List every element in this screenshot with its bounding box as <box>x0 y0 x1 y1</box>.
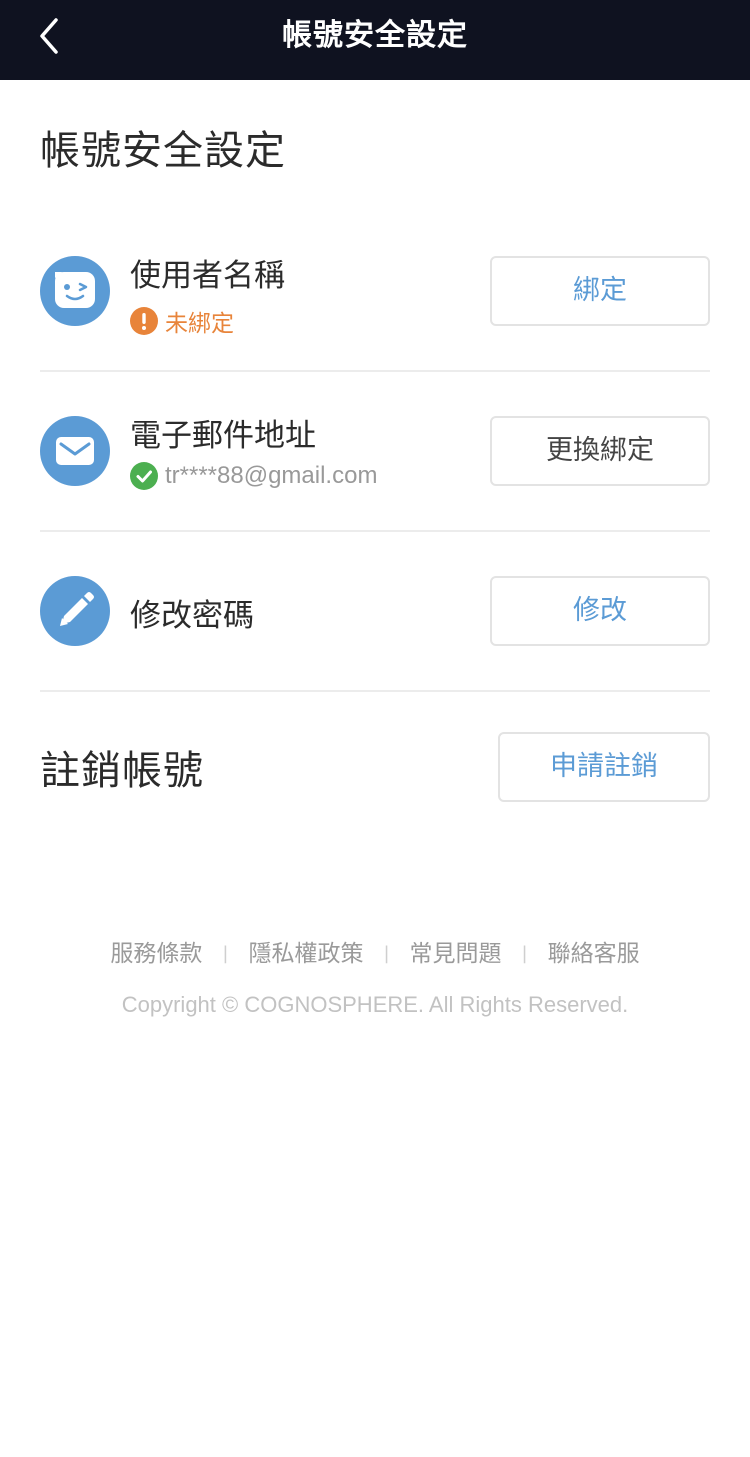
navbar-title: 帳號安全設定 <box>282 18 468 53</box>
warning-icon <box>130 307 158 335</box>
request-cancel-button[interactable]: 申請註銷 <box>498 732 710 802</box>
cancel-account-title: 註銷帳號 <box>40 748 204 794</box>
privacy-link[interactable]: 隱私權政策 <box>248 941 363 967</box>
username-row: 使用者名稱 未綁定 綁定 <box>40 210 710 370</box>
email-row: 電子郵件地址 tr****88@gmail.com 更換綁定 <box>40 370 710 530</box>
pencil-icon <box>40 576 110 646</box>
password-row: 修改密碼 修改 <box>40 530 710 690</box>
username-status: 未綁定 <box>130 304 234 338</box>
email-address-text: tr****88@gmail.com <box>165 462 378 489</box>
change-password-button[interactable]: 修改 <box>490 576 710 646</box>
footer-links: 服務條款 | 隱私權政策 | 常見問題 | 聯絡客服 <box>0 934 750 968</box>
separator: | <box>222 943 229 964</box>
username-status-text: 未綁定 <box>165 311 234 337</box>
mail-icon <box>40 416 110 486</box>
page-title: 帳號安全設定 <box>40 128 286 174</box>
separator: | <box>521 943 528 964</box>
bind-username-button[interactable]: 綁定 <box>490 256 710 326</box>
copyright-text: Copyright © COGNOSPHERE. All Rights Rese… <box>121 992 629 1017</box>
change-email-button[interactable]: 更換綁定 <box>490 416 710 486</box>
contact-link[interactable]: 聯絡客服 <box>548 941 640 967</box>
username-label: 使用者名稱 <box>130 258 285 294</box>
email-status: tr****88@gmail.com <box>130 462 377 490</box>
top-navbar: 帳號安全設定 <box>0 0 750 80</box>
faq-link[interactable]: 常見問題 <box>410 941 502 967</box>
separator: | <box>383 943 390 964</box>
check-icon <box>130 462 158 490</box>
password-label: 修改密碼 <box>130 598 254 634</box>
terms-link[interactable]: 服務條款 <box>110 941 202 967</box>
face-icon <box>40 256 110 326</box>
divider <box>40 690 710 692</box>
email-label: 電子郵件地址 <box>130 418 316 454</box>
